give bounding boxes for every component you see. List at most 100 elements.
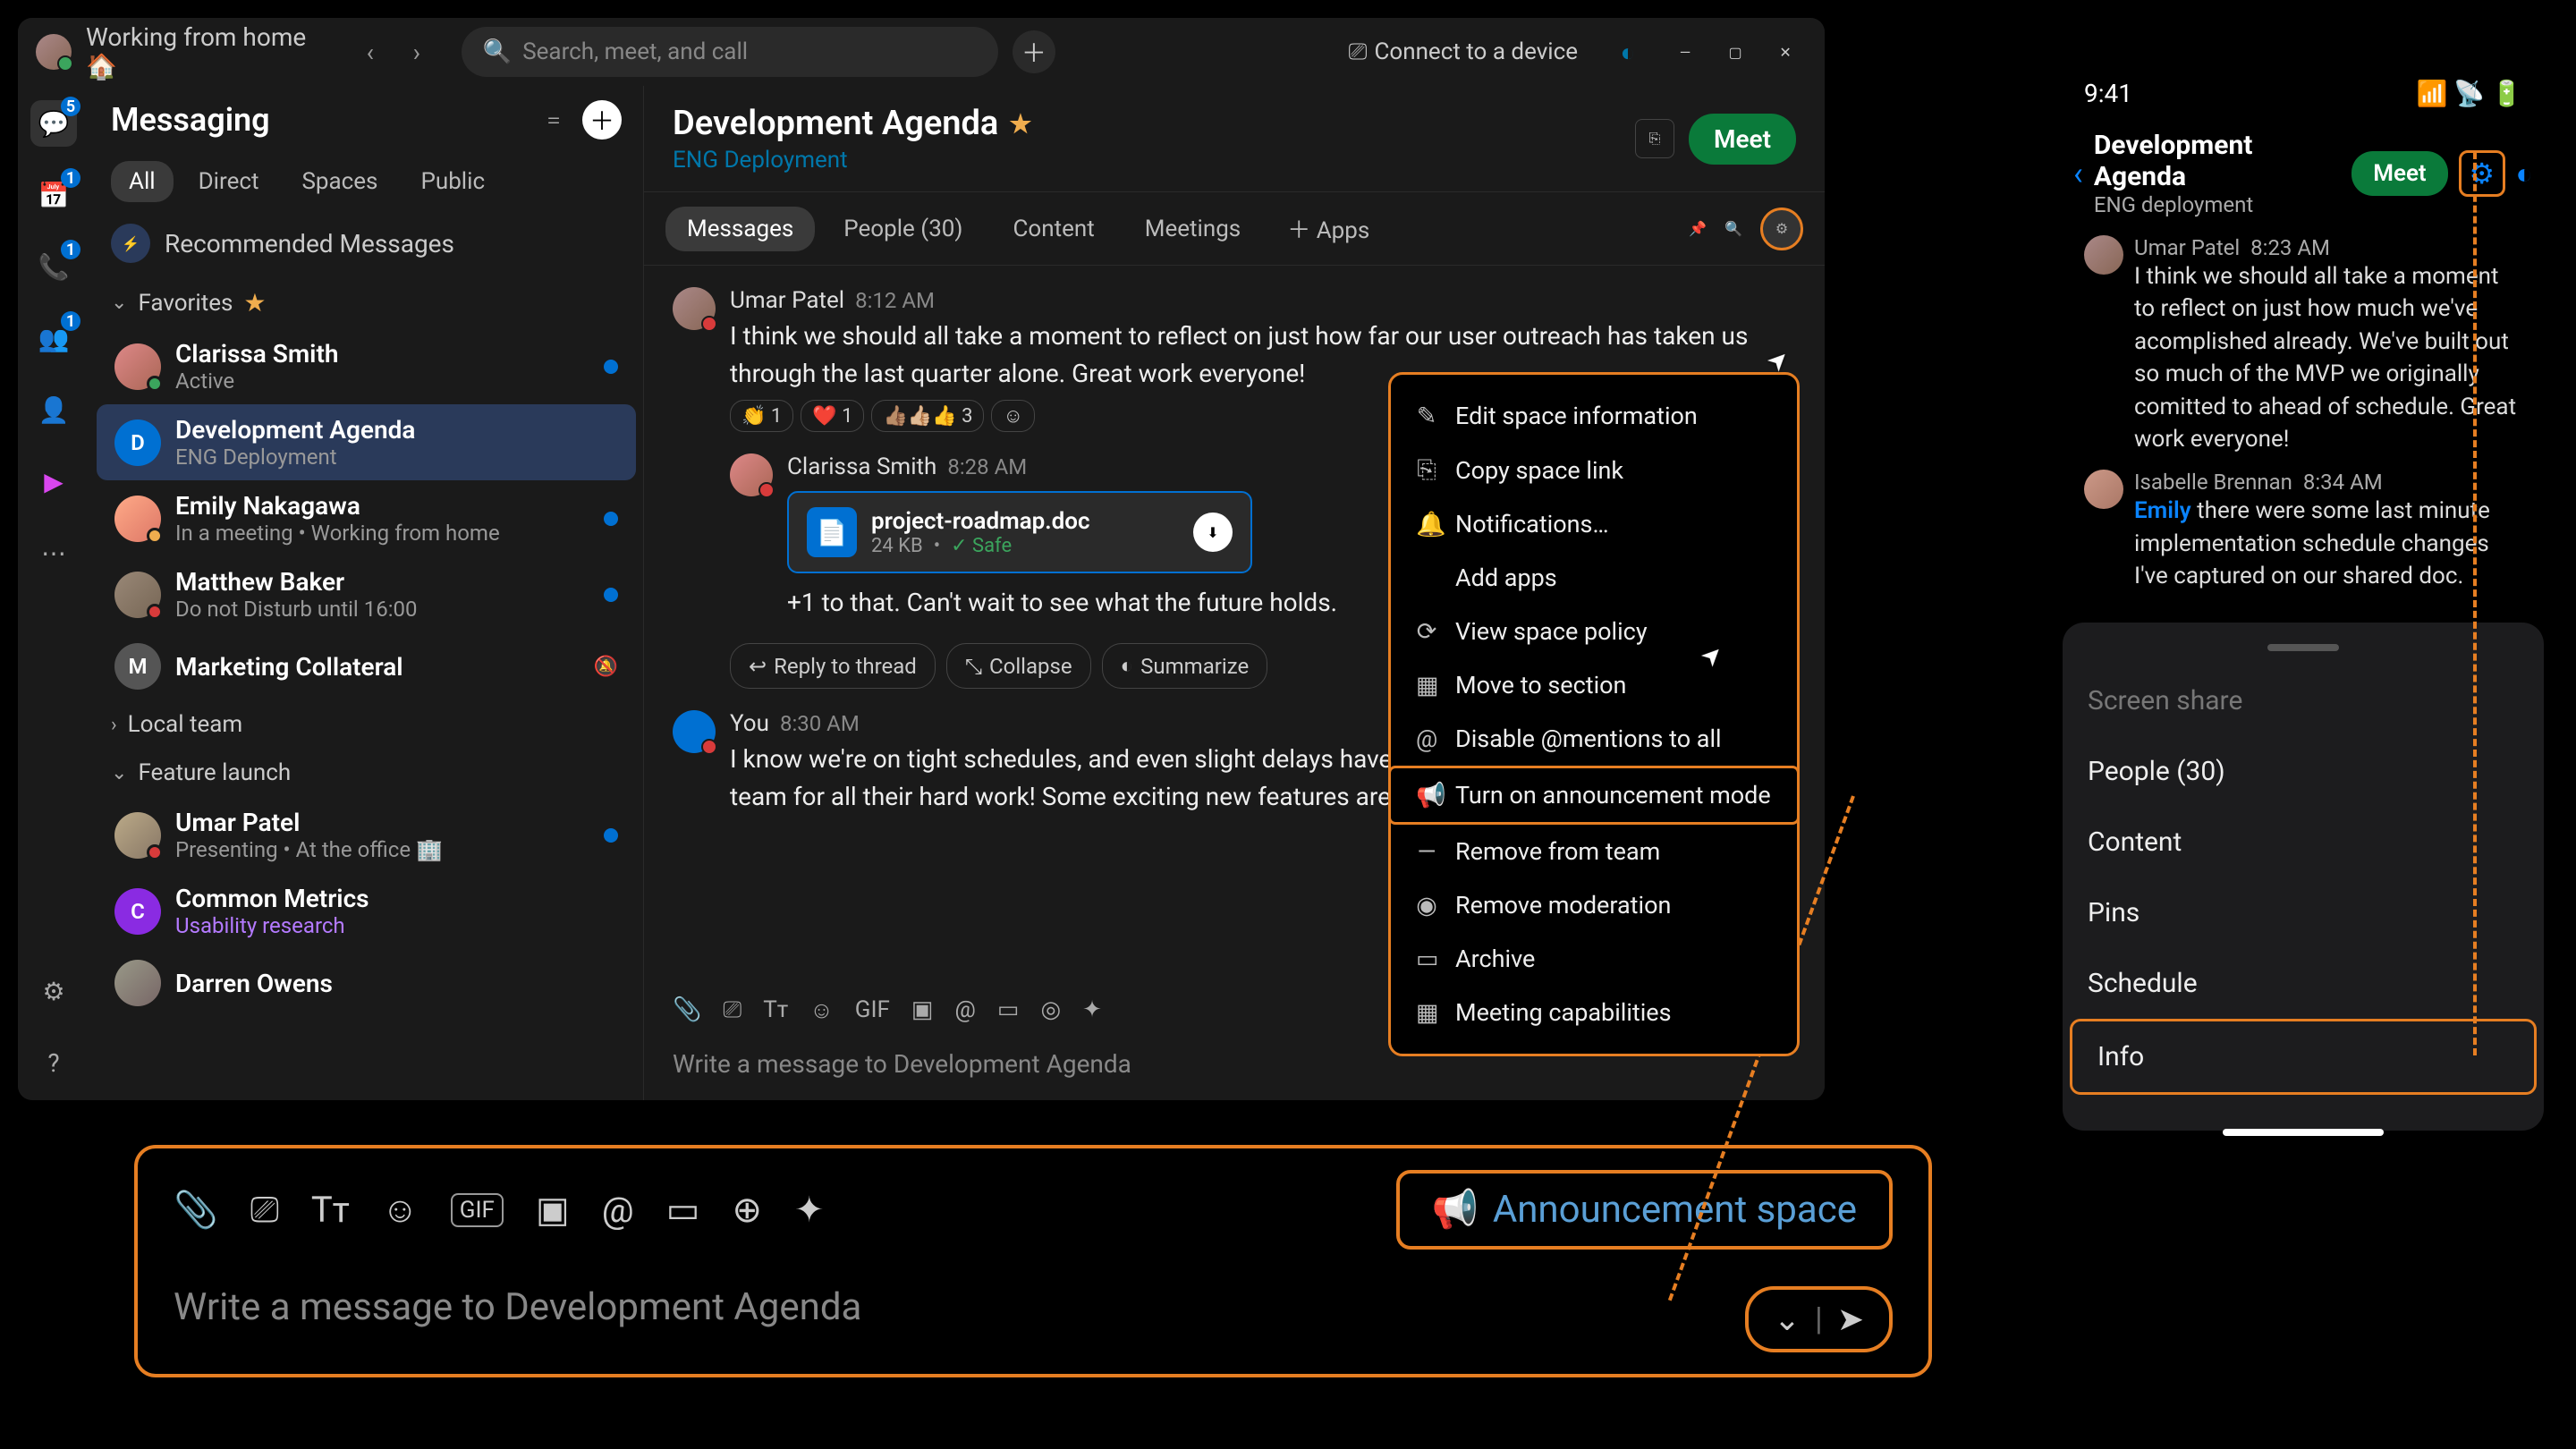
menu-move-section[interactable]: ▦Move to section bbox=[1391, 658, 1797, 712]
menu-copy-link[interactable]: ⎘Copy space link bbox=[1391, 443, 1797, 497]
sticker-icon[interactable]: ▣ bbox=[536, 1189, 570, 1231]
chat-item-development-agenda[interactable]: D Development Agenda ENG Deployment bbox=[97, 404, 636, 480]
author-avatar[interactable] bbox=[730, 453, 773, 496]
rail-help[interactable]: ? bbox=[30, 1039, 77, 1086]
sheet-content[interactable]: Content bbox=[2063, 807, 2544, 877]
summarize-button[interactable]: ◐ Summarize bbox=[1102, 643, 1268, 689]
reaction[interactable]: ❤️ 1 bbox=[801, 400, 864, 432]
close-button[interactable]: ✕ bbox=[1764, 30, 1807, 73]
search-in-space-icon[interactable]: 🔍 bbox=[1724, 220, 1742, 237]
emoji-icon[interactable]: ☺ bbox=[382, 1189, 419, 1231]
send-icon[interactable]: ➤ bbox=[1837, 1301, 1864, 1338]
tab-messages[interactable]: Messages bbox=[665, 207, 815, 251]
mobile-meet-button[interactable]: Meet bbox=[2351, 151, 2447, 196]
user-status[interactable]: Working from home 🏠 bbox=[86, 22, 336, 81]
menu-remove-team[interactable]: —Remove from team bbox=[1391, 825, 1797, 878]
download-button[interactable]: ⬇ bbox=[1193, 513, 1233, 552]
author-avatar[interactable] bbox=[2084, 470, 2123, 509]
attach-icon[interactable]: 📎 bbox=[673, 996, 701, 1024]
screen-capture-icon[interactable]: ⎚ bbox=[250, 1189, 279, 1231]
rail-messaging[interactable]: 💬5 bbox=[30, 100, 77, 147]
chat-item-clarissa[interactable]: Clarissa Smith Active bbox=[97, 328, 636, 404]
personal-room-icon[interactable]: ▭ bbox=[997, 996, 1020, 1024]
reaction[interactable]: 👏 1 bbox=[730, 400, 793, 432]
rail-teams[interactable]: 👥1 bbox=[30, 315, 77, 361]
collapse-button[interactable]: ⤡ Collapse bbox=[946, 643, 1091, 689]
ai-icon[interactable]: ✦ bbox=[794, 1189, 825, 1231]
filter-icon[interactable]: ⚌ bbox=[536, 100, 572, 136]
rail-vidcast[interactable]: ▶ bbox=[30, 458, 77, 504]
rail-more[interactable]: ⋯ bbox=[30, 530, 77, 576]
attach-icon[interactable]: 📎 bbox=[174, 1189, 218, 1231]
recommended-messages[interactable]: ⚡ Recommended Messages bbox=[89, 209, 643, 277]
global-search[interactable]: 🔍 Search, meet, and call bbox=[462, 27, 998, 77]
menu-remove-moderation[interactable]: ◉Remove moderation bbox=[1391, 878, 1797, 932]
rail-calendar[interactable]: 📅1 bbox=[30, 172, 77, 218]
chevron-down-icon[interactable]: ⌄ bbox=[1774, 1301, 1801, 1338]
gif-icon[interactable]: GIF bbox=[451, 1193, 504, 1227]
menu-space-policy[interactable]: ⟳View space policy bbox=[1391, 605, 1797, 658]
sheet-people[interactable]: People (30) bbox=[2063, 736, 2544, 807]
new-action-button[interactable]: ＋ bbox=[1013, 30, 1055, 73]
tab-direct[interactable]: Direct bbox=[181, 161, 277, 202]
chat-item-marketing[interactable]: M Marketing Collateral 🔕 bbox=[97, 632, 636, 700]
webex-assistant-icon[interactable]: ◐ bbox=[1606, 30, 1649, 73]
chat-item-umar[interactable]: Umar Patel Presenting • At the office 🏢 bbox=[97, 797, 636, 873]
home-indicator[interactable] bbox=[2223, 1129, 2384, 1136]
compose-input-zoom[interactable]: Write a message to Development Agenda bbox=[174, 1285, 1893, 1329]
bitmoji-icon[interactable]: ◎ bbox=[1040, 996, 1061, 1024]
chat-item-matthew[interactable]: Matthew Baker Do not Disturb until 16:00 bbox=[97, 556, 636, 632]
reaction[interactable]: 👍🏽👍🏼👍 3 bbox=[871, 400, 984, 432]
tab-people[interactable]: People (30) bbox=[822, 207, 984, 251]
mention-icon[interactable]: @ bbox=[602, 1189, 634, 1231]
sheet-info[interactable]: Info bbox=[2070, 1019, 2537, 1095]
rail-contacts[interactable]: 👤 bbox=[30, 386, 77, 433]
section-feature-launch[interactable]: ⌄ Feature launch bbox=[89, 749, 643, 797]
meet-button[interactable]: Meet bbox=[1689, 114, 1796, 165]
menu-archive[interactable]: ▭Archive bbox=[1391, 932, 1797, 986]
menu-add-apps[interactable]: Add apps bbox=[1391, 551, 1797, 605]
mobile-assistant-icon[interactable]: ◐ bbox=[2516, 157, 2533, 191]
sheet-handle[interactable] bbox=[2267, 644, 2339, 651]
tab-content[interactable]: Content bbox=[991, 207, 1115, 251]
personal-room-icon[interactable]: ▭ bbox=[666, 1189, 700, 1231]
send-controls[interactable]: ⌄ | ➤ bbox=[1745, 1286, 1893, 1352]
star-icon[interactable]: ★ bbox=[1009, 109, 1031, 139]
emoji-icon[interactable]: ☺ bbox=[809, 996, 834, 1024]
rail-calls[interactable]: 📞1 bbox=[30, 243, 77, 290]
format-icon[interactable]: Tт bbox=[763, 996, 788, 1024]
section-favorites[interactable]: ⌄ Favorites ★ bbox=[89, 277, 643, 328]
menu-edit-space[interactable]: ✎Edit space information bbox=[1391, 389, 1797, 443]
mention-icon[interactable]: @ bbox=[955, 996, 976, 1024]
tab-spaces[interactable]: Spaces bbox=[284, 161, 395, 202]
menu-notifications[interactable]: 🔔Notifications… bbox=[1391, 497, 1797, 551]
format-icon[interactable]: Tт bbox=[311, 1189, 350, 1231]
minimize-button[interactable]: — bbox=[1664, 30, 1707, 73]
rail-settings[interactable]: ⚙ bbox=[30, 968, 77, 1014]
screen-capture-icon[interactable]: ⎚ bbox=[723, 996, 741, 1024]
chat-item-darren[interactable]: Darren Owens bbox=[97, 949, 636, 1017]
gif-icon[interactable]: GIF bbox=[855, 996, 890, 1024]
tab-public[interactable]: Public bbox=[402, 161, 503, 202]
back-button[interactable]: ‹ bbox=[2073, 155, 2083, 192]
add-reaction[interactable]: ☺ bbox=[991, 400, 1034, 432]
space-settings-button[interactable]: ⚙ bbox=[1760, 208, 1803, 250]
author-avatar[interactable] bbox=[2084, 235, 2123, 275]
chat-item-emily[interactable]: Emily Nakagawa In a meeting • Working fr… bbox=[97, 480, 636, 556]
sheet-pins[interactable]: Pins bbox=[2063, 877, 2544, 948]
ai-icon[interactable]: ✦ bbox=[1082, 996, 1102, 1024]
space-team[interactable]: ENG Deployment bbox=[673, 147, 1031, 174]
chat-item-common-metrics[interactable]: C Common Metrics Usability research bbox=[97, 873, 636, 949]
user-avatar[interactable] bbox=[36, 34, 72, 70]
nav-forward[interactable]: › bbox=[397, 32, 436, 72]
sheet-schedule[interactable]: Schedule bbox=[2063, 948, 2544, 1019]
author-avatar[interactable] bbox=[673, 710, 716, 753]
author-avatar[interactable] bbox=[673, 287, 716, 330]
sheet-screen-share[interactable]: Screen share bbox=[2063, 665, 2544, 736]
menu-announcement-mode[interactable]: 📢Turn on announcement mode bbox=[1388, 766, 1800, 825]
menu-disable-mentions[interactable]: @Disable @mentions to all bbox=[1391, 712, 1797, 766]
pin-icon[interactable]: 📌 bbox=[1689, 220, 1707, 237]
maximize-button[interactable]: ▢ bbox=[1714, 30, 1757, 73]
menu-meeting-capabilities[interactable]: ▦Meeting capabilities bbox=[1391, 986, 1797, 1039]
sticker-icon[interactable]: ▣ bbox=[911, 996, 934, 1024]
